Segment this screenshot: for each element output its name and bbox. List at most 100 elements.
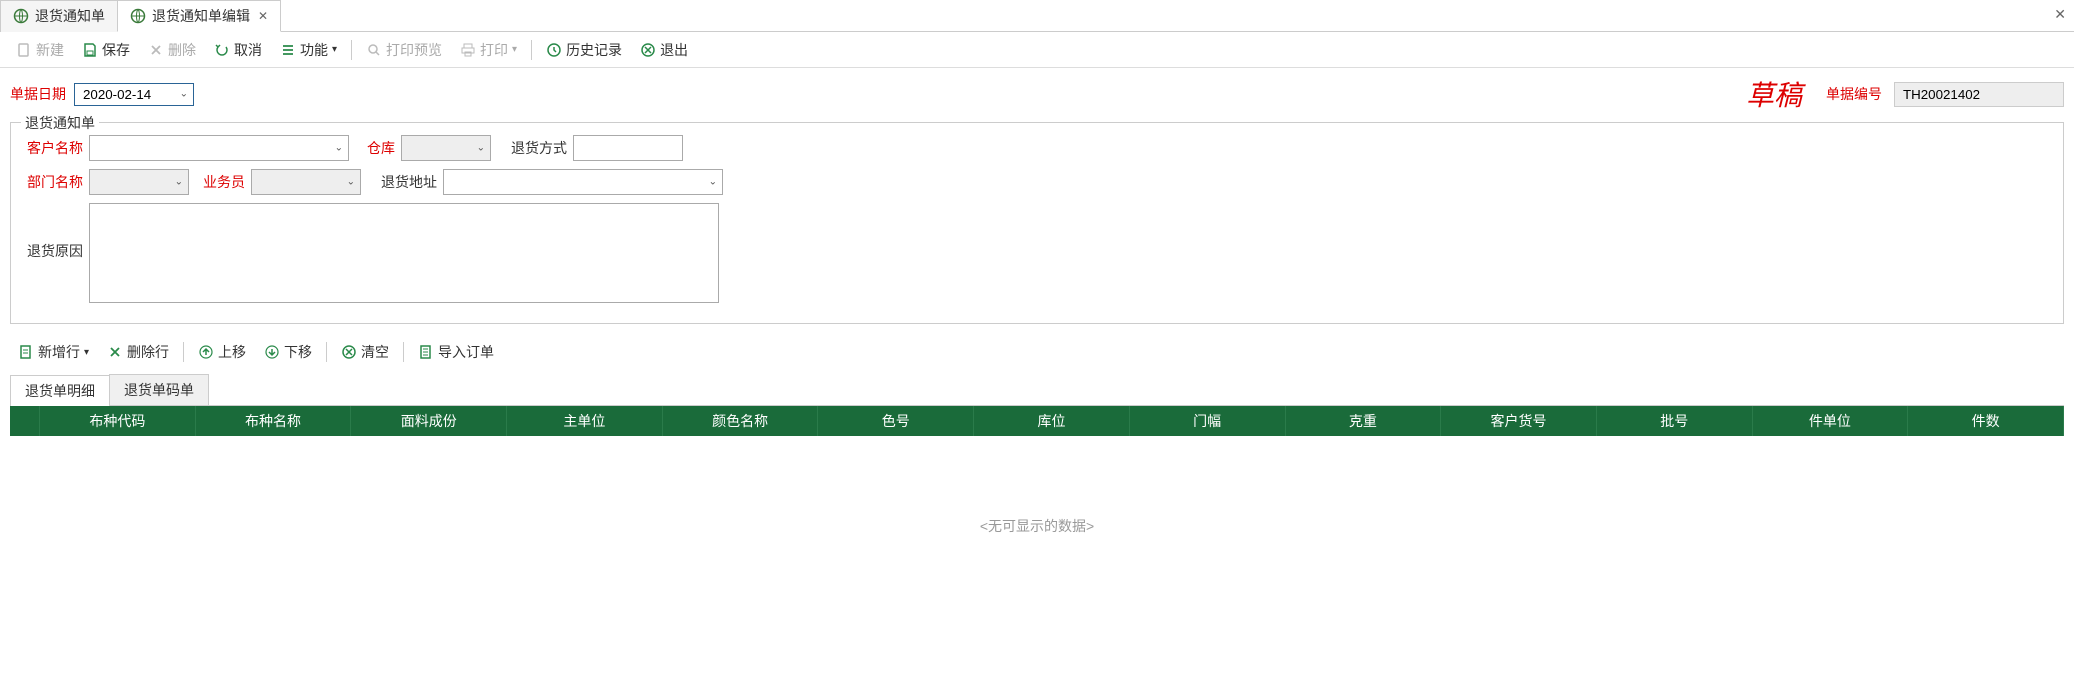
grid-header: 布种代码 布种名称 面料成份 主单位 颜色名称 色号 库位 门幅 克重 客户货号… bbox=[10, 406, 2064, 436]
tab-return-notice[interactable]: 退货通知单 bbox=[0, 0, 118, 32]
tab-label: 退货通知单编辑 bbox=[152, 6, 250, 26]
history-button[interactable]: 历史记录 bbox=[538, 36, 630, 64]
grid-col-header[interactable]: 布种名称 bbox=[196, 406, 352, 436]
tab-return-code[interactable]: 退货单码单 bbox=[109, 374, 209, 405]
salesman-label: 业务员 bbox=[195, 172, 245, 192]
document-header: 单据日期 ⌄ 草稿 单据编号 bbox=[0, 68, 2074, 120]
warehouse-select[interactable] bbox=[401, 135, 491, 161]
grid-col-header[interactable]: 批号 bbox=[1597, 406, 1753, 436]
button-label: 下移 bbox=[284, 342, 312, 362]
grid-empty: <无可显示的数据> bbox=[10, 436, 2064, 536]
warehouse-label: 仓库 bbox=[355, 138, 395, 158]
date-input[interactable] bbox=[74, 83, 194, 106]
import-order-button[interactable]: 导入订单 bbox=[410, 338, 502, 366]
globe-icon bbox=[130, 8, 146, 24]
doc-no-label: 单据编号 bbox=[1826, 84, 1882, 104]
button-label: 历史记录 bbox=[566, 40, 622, 60]
import-icon bbox=[418, 344, 434, 360]
chevron-down-icon: ▾ bbox=[84, 347, 89, 358]
button-label: 删除行 bbox=[127, 342, 169, 362]
button-label: 删除 bbox=[168, 40, 196, 60]
add-row-button[interactable]: 新增行 ▾ bbox=[10, 338, 97, 366]
grid-col-header[interactable]: 客户货号 bbox=[1441, 406, 1597, 436]
tab-label: 退货单码单 bbox=[124, 382, 194, 398]
return-notice-form: 退货通知单 客户名称 ⌄ 仓库 ⌄ 退货方式 部门名称 ⌄ 业务员 ⌄ 退货地址… bbox=[10, 122, 2064, 324]
dept-label: 部门名称 bbox=[23, 172, 83, 192]
empty-text: <无可显示的数据> bbox=[980, 516, 1094, 536]
grid-col-header[interactable]: 库位 bbox=[974, 406, 1130, 436]
delete-row-button[interactable]: 删除行 bbox=[99, 338, 177, 366]
button-label: 保存 bbox=[102, 40, 130, 60]
functions-button[interactable]: 功能 ▾ bbox=[272, 36, 345, 64]
button-label: 退出 bbox=[660, 40, 688, 60]
customer-select[interactable] bbox=[89, 135, 349, 161]
arrow-up-icon bbox=[198, 344, 214, 360]
close-all-tabs-icon[interactable]: ✕ bbox=[2054, 6, 2066, 23]
button-label: 导入订单 bbox=[438, 342, 494, 362]
new-button[interactable]: 新建 bbox=[8, 36, 72, 64]
print-button[interactable]: 打印 ▾ bbox=[452, 36, 525, 64]
grid-col-header[interactable]: 布种代码 bbox=[40, 406, 196, 436]
move-up-button[interactable]: 上移 bbox=[190, 338, 254, 366]
exit-icon bbox=[640, 42, 656, 58]
return-method-input[interactable] bbox=[573, 135, 683, 161]
return-addr-select[interactable] bbox=[443, 169, 723, 195]
chevron-down-icon: ▾ bbox=[332, 44, 337, 55]
tab-close-icon[interactable]: ✕ bbox=[258, 9, 268, 23]
separator bbox=[403, 342, 404, 362]
main-toolbar: 新建 保存 删除 取消 功能 ▾ 打印预览 打印 ▾ bbox=[0, 32, 2074, 68]
detail-grid: 布种代码 布种名称 面料成份 主单位 颜色名称 色号 库位 门幅 克重 客户货号… bbox=[10, 406, 2064, 536]
save-button[interactable]: 保存 bbox=[74, 36, 138, 64]
list-icon bbox=[280, 42, 296, 58]
exit-button[interactable]: 退出 bbox=[632, 36, 696, 64]
return-method-label: 退货方式 bbox=[497, 138, 567, 158]
separator bbox=[351, 40, 352, 60]
globe-icon bbox=[13, 8, 29, 24]
print-icon bbox=[460, 42, 476, 58]
customer-label: 客户名称 bbox=[23, 138, 83, 158]
return-addr-label: 退货地址 bbox=[367, 172, 437, 192]
button-label: 打印 bbox=[480, 40, 508, 60]
button-label: 上移 bbox=[218, 342, 246, 362]
doc-no-field bbox=[1894, 82, 2064, 107]
tab-return-detail[interactable]: 退货单明细 bbox=[10, 375, 110, 406]
clear-icon bbox=[341, 344, 357, 360]
salesman-select[interactable] bbox=[251, 169, 361, 195]
form-legend: 退货通知单 bbox=[21, 113, 99, 133]
delete-icon bbox=[107, 344, 123, 360]
clear-button[interactable]: 清空 bbox=[333, 338, 397, 366]
cancel-button[interactable]: 取消 bbox=[206, 36, 270, 64]
grid-col-header[interactable]: 颜色名称 bbox=[663, 406, 819, 436]
move-down-button[interactable]: 下移 bbox=[256, 338, 320, 366]
grid-col-header[interactable]: 面料成份 bbox=[351, 406, 507, 436]
status-badge: 草稿 bbox=[1746, 74, 1802, 114]
tab-label: 退货单明细 bbox=[25, 383, 95, 399]
button-label: 新建 bbox=[36, 40, 64, 60]
tab-return-notice-edit[interactable]: 退货通知单编辑 ✕ bbox=[117, 0, 281, 32]
grid-col-header[interactable]: 克重 bbox=[1286, 406, 1442, 436]
detail-toolbar: 新增行 ▾ 删除行 上移 下移 清空 导入订单 bbox=[0, 334, 2074, 370]
button-label: 清空 bbox=[361, 342, 389, 362]
grid-col-header[interactable]: 门幅 bbox=[1130, 406, 1286, 436]
date-label: 单据日期 bbox=[10, 84, 66, 104]
return-reason-textarea[interactable] bbox=[89, 203, 719, 303]
undo-icon bbox=[214, 42, 230, 58]
chevron-down-icon: ▾ bbox=[512, 44, 517, 55]
dept-select[interactable] bbox=[89, 169, 189, 195]
app-tabs-bar: 退货通知单 退货通知单编辑 ✕ ✕ bbox=[0, 0, 2074, 32]
delete-button[interactable]: 删除 bbox=[140, 36, 204, 64]
separator bbox=[531, 40, 532, 60]
separator bbox=[183, 342, 184, 362]
grid-col-header[interactable]: 件单位 bbox=[1753, 406, 1909, 436]
grid-col-header[interactable]: 色号 bbox=[818, 406, 974, 436]
delete-icon bbox=[148, 42, 164, 58]
button-label: 取消 bbox=[234, 40, 262, 60]
grid-col-header[interactable]: 主单位 bbox=[507, 406, 663, 436]
grid-col-header[interactable]: 件数 bbox=[1908, 406, 2064, 436]
separator bbox=[326, 342, 327, 362]
return-reason-label: 退货原因 bbox=[23, 203, 83, 261]
grid-row-header bbox=[10, 406, 40, 436]
button-label: 打印预览 bbox=[386, 40, 442, 60]
print-preview-button[interactable]: 打印预览 bbox=[358, 36, 450, 64]
button-label: 新增行 bbox=[38, 342, 80, 362]
